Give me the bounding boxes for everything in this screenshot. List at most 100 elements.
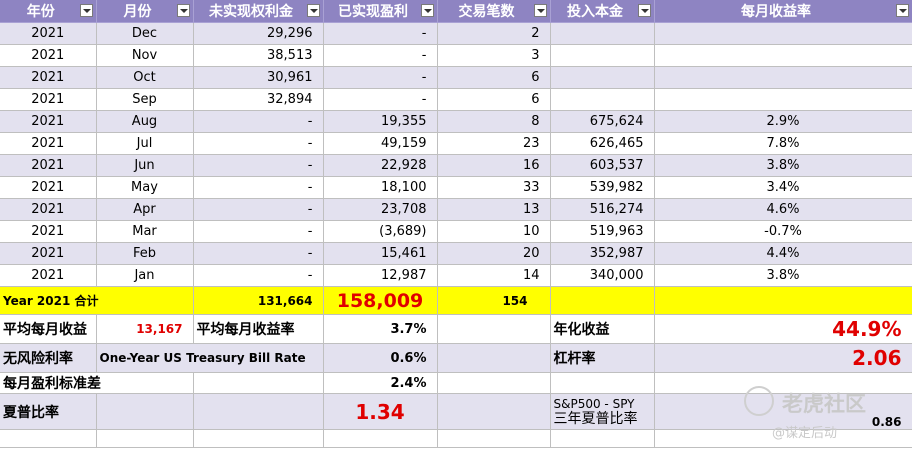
cell-trades[interactable]: 13 bbox=[437, 198, 551, 221]
stats-row-riskfree[interactable]: 无风险利率 One-Year US Treasury Bill Rate 0.6… bbox=[0, 343, 912, 373]
avg-monthly-profit-label[interactable]: 平均每月收益 bbox=[0, 314, 97, 344]
cell-unrealized[interactable]: 30,961 bbox=[193, 66, 324, 89]
empty-cell[interactable] bbox=[193, 429, 324, 448]
cell-capital[interactable]: 516,274 bbox=[550, 198, 655, 221]
table-row[interactable]: 2021 Feb - 15,461 20 352,987 4.4% bbox=[0, 242, 912, 265]
risk-free-value[interactable]: 0.6% bbox=[323, 343, 438, 373]
cell-monthly-return[interactable] bbox=[654, 88, 912, 111]
empty-cell[interactable] bbox=[193, 372, 324, 394]
spy-label-cell[interactable]: S&P500 - SPY 三年夏普比率 bbox=[550, 393, 655, 430]
cell-realized[interactable]: 18,100 bbox=[323, 176, 438, 199]
cell-realized[interactable]: 12,987 bbox=[323, 264, 438, 287]
cell-realized[interactable]: 19,355 bbox=[323, 110, 438, 133]
cell-monthly-return[interactable] bbox=[654, 66, 912, 89]
table-row[interactable]: 2021 Apr - 23,708 13 516,274 4.6% bbox=[0, 198, 912, 221]
cell-unrealized[interactable]: 29,296 bbox=[193, 22, 324, 45]
cell-capital[interactable]: 675,624 bbox=[550, 110, 655, 133]
empty-cell[interactable] bbox=[437, 372, 551, 394]
table-row[interactable]: 2021 Nov 38,513 - 3 bbox=[0, 44, 912, 67]
cell-monthly-return[interactable] bbox=[654, 44, 912, 67]
filter-dropdown-icon[interactable] bbox=[79, 4, 93, 17]
cell-capital[interactable]: 519,963 bbox=[550, 220, 655, 243]
cell-unrealized[interactable]: - bbox=[193, 264, 324, 287]
empty-cell[interactable] bbox=[550, 429, 655, 448]
avg-monthly-profit-value[interactable]: 13,167 bbox=[96, 314, 194, 344]
table-row[interactable]: 2021 May - 18,100 33 539,982 3.4% bbox=[0, 176, 912, 199]
cell-year[interactable]: 2021 bbox=[0, 66, 97, 89]
filter-dropdown-icon[interactable] bbox=[637, 4, 651, 17]
filter-dropdown-icon[interactable] bbox=[895, 4, 909, 17]
cell-month[interactable]: Aug bbox=[96, 110, 194, 133]
total-trades[interactable]: 154 bbox=[437, 286, 551, 315]
cell-trades[interactable]: 33 bbox=[437, 176, 551, 199]
cell-year[interactable]: 2021 bbox=[0, 88, 97, 111]
avg-monthly-return-value[interactable]: 3.7% bbox=[323, 314, 438, 344]
cell-capital[interactable]: 539,982 bbox=[550, 176, 655, 199]
cell-unrealized[interactable]: - bbox=[193, 110, 324, 133]
table-row[interactable]: 2021 Sep 32,894 - 6 bbox=[0, 88, 912, 111]
empty-row[interactable] bbox=[0, 429, 912, 448]
total-label[interactable]: Year 2021 合计 bbox=[0, 286, 194, 315]
cell-trades[interactable]: 23 bbox=[437, 132, 551, 155]
total-realized[interactable]: 158,009 bbox=[323, 286, 438, 315]
annualized-value[interactable]: 44.9% bbox=[654, 314, 912, 344]
table-row[interactable]: 2021 Mar - (3,689) 10 519,963 -0.7% bbox=[0, 220, 912, 243]
filter-dropdown-icon[interactable] bbox=[420, 4, 434, 17]
cell-monthly-return[interactable]: 3.4% bbox=[654, 176, 912, 199]
empty-cell[interactable] bbox=[654, 372, 912, 394]
empty-cell[interactable] bbox=[550, 372, 655, 394]
cell-unrealized[interactable]: 38,513 bbox=[193, 44, 324, 67]
stdev-label[interactable]: 每月盈利标准差 bbox=[0, 372, 194, 394]
risk-free-label[interactable]: 无风险利率 bbox=[0, 343, 97, 373]
leverage-value[interactable]: 2.06 bbox=[654, 343, 912, 373]
cell-realized[interactable]: - bbox=[323, 66, 438, 89]
empty-cell[interactable] bbox=[437, 429, 551, 448]
total-row[interactable]: Year 2021 合计 131,664 158,009 154 bbox=[0, 286, 912, 315]
stats-row-sharpe[interactable]: 夏普比率 1.34 S&P500 - SPY 三年夏普比率 0.86 bbox=[0, 393, 912, 430]
total-unrealized[interactable]: 131,664 bbox=[193, 286, 324, 315]
cell-trades[interactable]: 16 bbox=[437, 154, 551, 177]
cell-unrealized[interactable]: - bbox=[193, 176, 324, 199]
cell-capital[interactable]: 340,000 bbox=[550, 264, 655, 287]
cell-monthly-return[interactable] bbox=[654, 22, 912, 45]
sharpe-label[interactable]: 夏普比率 bbox=[0, 393, 97, 430]
empty-cell[interactable] bbox=[437, 393, 551, 430]
cell-realized[interactable]: 15,461 bbox=[323, 242, 438, 265]
cell-capital[interactable]: 626,465 bbox=[550, 132, 655, 155]
empty-cell[interactable] bbox=[96, 393, 194, 430]
filter-dropdown-icon[interactable] bbox=[176, 4, 190, 17]
table-row[interactable]: 2021 Jul - 49,159 23 626,465 7.8% bbox=[0, 132, 912, 155]
empty-cell[interactable] bbox=[437, 343, 551, 373]
cell-year[interactable]: 2021 bbox=[0, 242, 97, 265]
cell-realized[interactable]: 22,928 bbox=[323, 154, 438, 177]
cell-trades[interactable]: 8 bbox=[437, 110, 551, 133]
cell-realized[interactable]: - bbox=[323, 22, 438, 45]
table-row[interactable]: 2021 Aug - 19,355 8 675,624 2.9% bbox=[0, 110, 912, 133]
cell-trades[interactable]: 6 bbox=[437, 66, 551, 89]
filter-dropdown-icon[interactable] bbox=[533, 4, 547, 17]
cell-realized[interactable]: 49,159 bbox=[323, 132, 438, 155]
cell-monthly-return[interactable]: 3.8% bbox=[654, 264, 912, 287]
cell-year[interactable]: 2021 bbox=[0, 132, 97, 155]
empty-cell[interactable] bbox=[323, 429, 438, 448]
cell-capital[interactable] bbox=[550, 88, 655, 111]
cell-month[interactable]: May bbox=[96, 176, 194, 199]
spy-sharpe-value[interactable]: 0.86 bbox=[654, 393, 912, 430]
cell-year[interactable]: 2021 bbox=[0, 198, 97, 221]
cell-unrealized[interactable]: - bbox=[193, 132, 324, 155]
cell-year[interactable]: 2021 bbox=[0, 110, 97, 133]
cell-monthly-return[interactable]: 7.8% bbox=[654, 132, 912, 155]
empty-cell[interactable] bbox=[654, 429, 912, 448]
cell-year[interactable]: 2021 bbox=[0, 220, 97, 243]
stdev-value[interactable]: 2.4% bbox=[323, 372, 438, 394]
empty-cell[interactable] bbox=[437, 314, 551, 344]
table-row[interactable]: 2021 Jan - 12,987 14 340,000 3.8% bbox=[0, 264, 912, 287]
cell-month[interactable]: Oct bbox=[96, 66, 194, 89]
empty-cell[interactable] bbox=[96, 429, 194, 448]
cell-month[interactable]: Sep bbox=[96, 88, 194, 111]
cell-year[interactable]: 2021 bbox=[0, 44, 97, 67]
total-return-empty[interactable] bbox=[654, 286, 912, 315]
leverage-label[interactable]: 杠杆率 bbox=[550, 343, 655, 373]
stats-row-avg[interactable]: 平均每月收益 13,167 平均每月收益率 3.7% 年化收益 44.9% bbox=[0, 314, 912, 344]
table-row[interactable]: 2021 Jun - 22,928 16 603,537 3.8% bbox=[0, 154, 912, 177]
